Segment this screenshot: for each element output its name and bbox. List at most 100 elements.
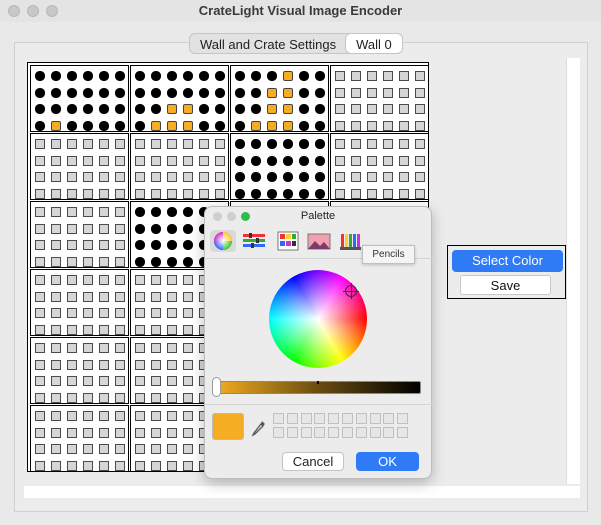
led-cell[interactable]	[115, 343, 125, 353]
led-cell[interactable]	[115, 104, 125, 114]
led-cell[interactable]	[115, 444, 125, 454]
led-cell[interactable]	[167, 120, 177, 131]
led-cell[interactable]	[67, 359, 77, 370]
led-cell[interactable]	[83, 324, 93, 335]
color-sliders-tab[interactable]	[241, 230, 267, 252]
led-cell[interactable]	[135, 411, 145, 421]
led-cell[interactable]	[83, 207, 93, 217]
led-cell[interactable]	[51, 87, 61, 98]
led-cell[interactable]	[99, 120, 109, 131]
led-cell[interactable]	[51, 308, 61, 318]
led-cell[interactable]	[283, 104, 293, 114]
led-cell[interactable]	[99, 139, 109, 149]
led-cell[interactable]	[135, 223, 145, 234]
led-cell[interactable]	[67, 275, 77, 285]
led-cell[interactable]	[183, 104, 193, 114]
led-cell[interactable]	[35, 392, 45, 403]
led-cell[interactable]	[183, 275, 193, 285]
led-cell[interactable]	[51, 240, 61, 250]
led-cell[interactable]	[183, 324, 193, 335]
led-cell[interactable]	[51, 324, 61, 335]
led-cell[interactable]	[299, 87, 309, 98]
led-cell[interactable]	[135, 256, 145, 267]
led-cell[interactable]	[83, 291, 93, 302]
led-cell[interactable]	[35, 172, 45, 182]
led-cell[interactable]	[51, 392, 61, 403]
horizontal-scrollbar[interactable]	[24, 486, 580, 498]
led-cell[interactable]	[83, 460, 93, 471]
led-cell[interactable]	[151, 155, 161, 166]
led-cell[interactable]	[67, 172, 77, 182]
led-cell[interactable]	[299, 155, 309, 166]
led-cell[interactable]	[135, 427, 145, 438]
led-cell[interactable]	[99, 240, 109, 250]
led-cell[interactable]	[351, 120, 361, 131]
led-cell[interactable]	[83, 256, 93, 267]
led-cell[interactable]	[151, 275, 161, 285]
favorite-swatch-slot[interactable]	[328, 427, 340, 438]
led-cell[interactable]	[167, 324, 177, 335]
led-cell[interactable]	[135, 104, 145, 114]
led-cell[interactable]	[183, 343, 193, 353]
led-cell[interactable]	[335, 139, 345, 149]
led-cell[interactable]	[351, 172, 361, 182]
led-cell[interactable]	[83, 343, 93, 353]
led-cell[interactable]	[151, 207, 161, 217]
led-cell[interactable]	[135, 71, 145, 81]
led-cell[interactable]	[367, 87, 377, 98]
led-cell[interactable]	[299, 104, 309, 114]
led-cell[interactable]	[183, 291, 193, 302]
led-cell[interactable]	[367, 188, 377, 199]
favorite-swatch-slot[interactable]	[286, 427, 298, 438]
led-cell[interactable]	[83, 87, 93, 98]
select-color-button[interactable]: Select Color	[452, 250, 563, 272]
led-cell[interactable]	[67, 207, 77, 217]
led-cell[interactable]	[151, 240, 161, 250]
led-cell[interactable]	[215, 87, 225, 98]
led-cell[interactable]	[67, 223, 77, 234]
led-cell[interactable]	[267, 120, 277, 131]
led-cell[interactable]	[115, 155, 125, 166]
led-cell[interactable]	[183, 207, 193, 217]
led-cell[interactable]	[35, 444, 45, 454]
led-cell[interactable]	[51, 376, 61, 386]
led-cell[interactable]	[167, 87, 177, 98]
led-cell[interactable]	[315, 172, 325, 182]
led-cell[interactable]	[167, 71, 177, 81]
led-cell[interactable]	[383, 188, 393, 199]
favorite-swatch-slot[interactable]	[328, 413, 340, 424]
led-cell[interactable]	[167, 411, 177, 421]
led-cell[interactable]	[99, 207, 109, 217]
led-cell[interactable]	[35, 376, 45, 386]
favorite-swatch-slot[interactable]	[314, 427, 326, 438]
led-cell[interactable]	[215, 120, 225, 131]
led-cell[interactable]	[51, 275, 61, 285]
led-cell[interactable]	[151, 223, 161, 234]
led-cell[interactable]	[151, 120, 161, 131]
led-cell[interactable]	[99, 275, 109, 285]
led-cell[interactable]	[215, 71, 225, 81]
led-cell[interactable]	[51, 460, 61, 471]
save-button[interactable]: Save	[460, 275, 551, 295]
led-cell[interactable]	[83, 275, 93, 285]
led-cell[interactable]	[35, 291, 45, 302]
led-cell[interactable]	[267, 139, 277, 149]
led-cell[interactable]	[35, 411, 45, 421]
led-cell[interactable]	[283, 120, 293, 131]
led-cell[interactable]	[35, 308, 45, 318]
color-palettes-tab[interactable]	[275, 230, 301, 252]
led-cell[interactable]	[399, 120, 409, 131]
led-cell[interactable]	[167, 188, 177, 199]
led-cell[interactable]	[51, 444, 61, 454]
led-cell[interactable]	[115, 324, 125, 335]
led-cell[interactable]	[335, 87, 345, 98]
led-cell[interactable]	[51, 188, 61, 199]
led-cell[interactable]	[167, 359, 177, 370]
led-cell[interactable]	[83, 188, 93, 199]
led-cell[interactable]	[83, 223, 93, 234]
vertical-scrollbar[interactable]	[566, 58, 580, 484]
led-cell[interactable]	[399, 71, 409, 81]
led-cell[interactable]	[399, 139, 409, 149]
cancel-button[interactable]: Cancel	[282, 452, 344, 471]
eyedropper-icon[interactable]	[251, 419, 267, 440]
